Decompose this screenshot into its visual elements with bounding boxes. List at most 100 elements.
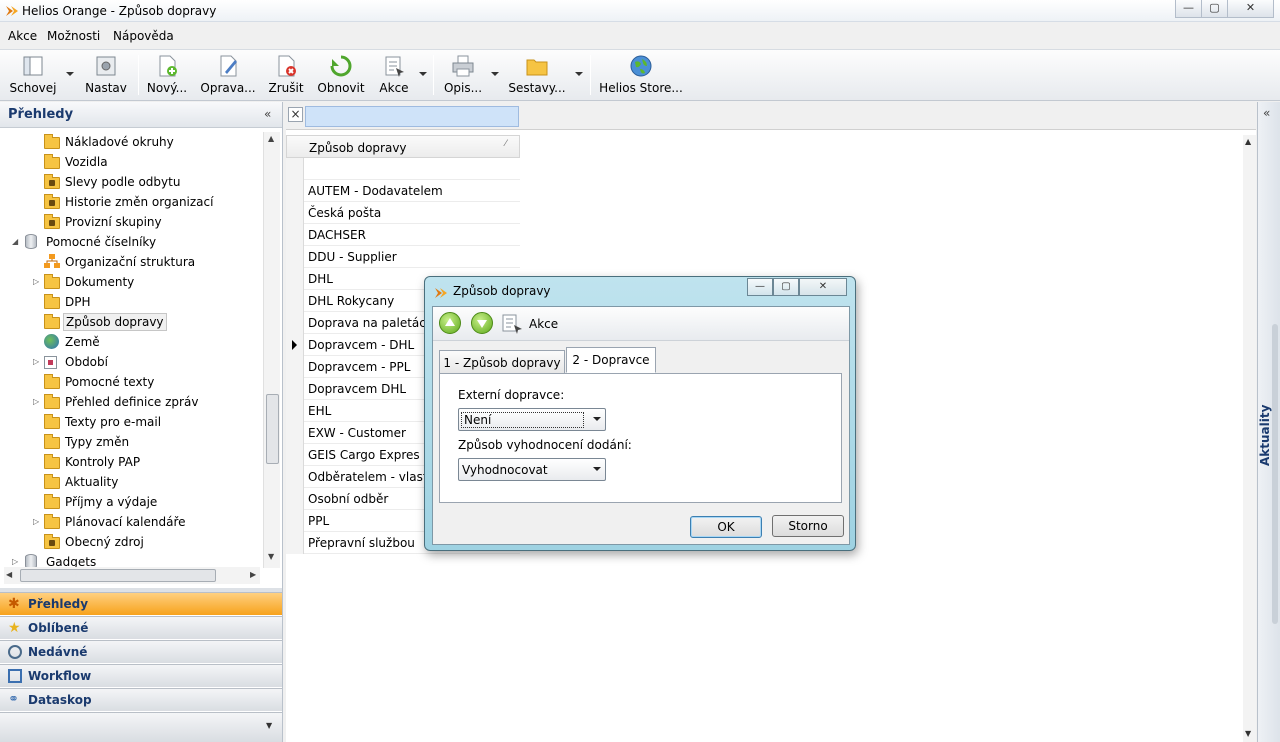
tree-item-label: Provizní skupiny: [65, 215, 162, 229]
tree-horizontal-scrollbar[interactable]: ◀ ▶: [4, 567, 260, 584]
tree-item-label: Způsob dopravy: [63, 313, 167, 331]
dialog-maximize-button[interactable]: ▢: [773, 278, 799, 296]
workflow-icon: [8, 669, 22, 683]
menu-moznosti[interactable]: Možnosti: [47, 29, 100, 43]
tree-item-label: Příjmy a výdaje: [65, 495, 158, 509]
nav-prehledy[interactable]: ✱ Přehledy: [0, 592, 282, 615]
tree-expand-icon[interactable]: ▷: [12, 557, 18, 566]
tree-item-label: Pomocné texty: [65, 375, 155, 389]
filter-input[interactable]: [305, 106, 519, 127]
row-header[interactable]: [286, 356, 304, 378]
zrusit-button[interactable]: Zrušit: [266, 50, 306, 100]
nav-workflow[interactable]: Workflow: [0, 664, 282, 687]
tree-expand-icon[interactable]: ▷: [33, 397, 39, 406]
row-header[interactable]: [286, 488, 304, 510]
row-header[interactable]: [286, 202, 304, 224]
menu-akce[interactable]: Akce: [8, 29, 37, 43]
zpusob-dopravy-dialog: Způsob dopravy — ▢ ✕ Akce 1 - Způsob dop…: [424, 276, 856, 551]
scroll-up-icon[interactable]: ▲: [268, 134, 274, 143]
row-header[interactable]: [286, 224, 304, 246]
scroll-down-icon[interactable]: ▼: [268, 552, 274, 561]
record-up-button[interactable]: [439, 312, 461, 334]
expand-sidebar-button[interactable]: «: [1263, 106, 1270, 120]
collapse-panel-button[interactable]: «: [264, 107, 271, 121]
row-header[interactable]: [286, 246, 304, 268]
dialog-minimize-button[interactable]: —: [747, 278, 773, 296]
tab-dopravce[interactable]: 2 - Dopravce: [566, 347, 656, 373]
scroll-up-icon[interactable]: ▲: [1245, 137, 1251, 146]
aktuality-label[interactable]: Aktuality: [1258, 400, 1280, 470]
row-header[interactable]: [286, 378, 304, 400]
tab-zpusob-dopravy[interactable]: 1 - Způsob dopravy: [439, 350, 565, 374]
obnovit-button[interactable]: Obnovit: [314, 50, 368, 100]
table-row[interactable]: AUTEM - Dodavatelem: [286, 180, 520, 202]
scroll-right-icon[interactable]: ▶: [250, 570, 256, 579]
sort-indicator-icon[interactable]: ⁄: [505, 139, 507, 149]
helios-store-button[interactable]: Helios Store...: [596, 50, 686, 100]
table-row[interactable]: DACHSER: [286, 224, 520, 246]
row-header[interactable]: [286, 290, 304, 312]
column-header[interactable]: Způsob dopravy ⁄: [286, 135, 520, 158]
actions-icon[interactable]: [501, 313, 523, 335]
sidebar-scroll-thumb[interactable]: [1272, 324, 1278, 624]
storno-button[interactable]: Storno: [772, 515, 844, 537]
nastav-button[interactable]: Nastav: [80, 50, 132, 100]
row-header[interactable]: [286, 422, 304, 444]
tree-item-label: Období: [65, 355, 108, 369]
tree-expand-icon[interactable]: ▷: [33, 517, 39, 526]
schovej-dropdown-icon[interactable]: [66, 72, 74, 76]
tree-expand-icon[interactable]: ▷: [33, 357, 39, 366]
tree-expand-icon[interactable]: ▷: [33, 277, 39, 286]
oprava-button[interactable]: Oprava...: [200, 50, 256, 100]
sestavy-button[interactable]: Sestavy...: [506, 50, 568, 100]
nav-more[interactable]: ▼: [0, 712, 282, 742]
opis-dropdown-icon[interactable]: [491, 72, 499, 76]
row-header[interactable]: [286, 180, 304, 202]
minimize-button[interactable]: —: [1175, 0, 1202, 18]
filter-row: ×: [286, 102, 1256, 130]
record-down-button[interactable]: [471, 312, 493, 334]
row-header[interactable]: [286, 444, 304, 466]
close-button[interactable]: ✕: [1227, 0, 1274, 18]
row-header[interactable]: [286, 312, 304, 334]
tree-expand-icon[interactable]: ◢: [12, 237, 18, 246]
scroll-left-icon[interactable]: ◀: [6, 570, 12, 579]
menu-napoveda[interactable]: Nápověda: [113, 29, 174, 43]
novy-button[interactable]: Nový...: [144, 50, 190, 100]
folder-icon: [44, 514, 60, 529]
table-row[interactable]: DDU - Supplier: [286, 246, 520, 268]
row-header[interactable]: [286, 532, 304, 554]
nav-dataskop[interactable]: ⚭ Dataskop: [0, 688, 282, 711]
akce-dropdown-icon[interactable]: [419, 72, 427, 76]
opis-button[interactable]: Opis...: [440, 50, 486, 100]
dialog-close-button[interactable]: ✕: [799, 278, 847, 296]
grid-vertical-scrollbar[interactable]: ▲ ▼: [1243, 135, 1256, 742]
schovej-button[interactable]: Schovej: [4, 50, 62, 100]
row-header[interactable]: [286, 466, 304, 488]
nav-oblibene[interactable]: ★ Oblíbené: [0, 616, 282, 639]
dialog-akce-button[interactable]: Akce: [529, 317, 558, 331]
table-row[interactable]: [286, 158, 520, 180]
externi-dopravce-value: Není: [461, 412, 584, 428]
sestavy-dropdown-icon[interactable]: [575, 72, 583, 76]
row-header[interactable]: [286, 334, 304, 356]
externi-dopravce-select[interactable]: Není: [458, 408, 606, 431]
row-header[interactable]: [286, 158, 304, 180]
scroll-thumb[interactable]: [266, 394, 279, 464]
row-header[interactable]: [286, 400, 304, 422]
akce-button[interactable]: Akce: [374, 50, 414, 100]
tree-item-label: Texty pro e-mail: [65, 415, 162, 429]
nav-nedavne[interactable]: Nedávné: [0, 640, 282, 663]
scroll-thumb[interactable]: [20, 569, 216, 582]
row-header[interactable]: [286, 510, 304, 532]
zpusob-vyhodnoceni-select[interactable]: Vyhodnocovat: [458, 458, 606, 481]
chevron-down-icon[interactable]: ▼: [266, 721, 272, 730]
table-cell: DDU - Supplier: [308, 250, 397, 264]
table-row[interactable]: Česká pošta: [286, 202, 520, 224]
clear-filter-icon[interactable]: ×: [288, 107, 303, 122]
scroll-down-icon[interactable]: ▼: [1245, 729, 1251, 738]
tree-vertical-scrollbar[interactable]: ▲ ▼: [263, 132, 280, 568]
row-header[interactable]: [286, 268, 304, 290]
ok-button[interactable]: OK: [690, 516, 762, 538]
maximize-button[interactable]: ▢: [1201, 0, 1228, 18]
